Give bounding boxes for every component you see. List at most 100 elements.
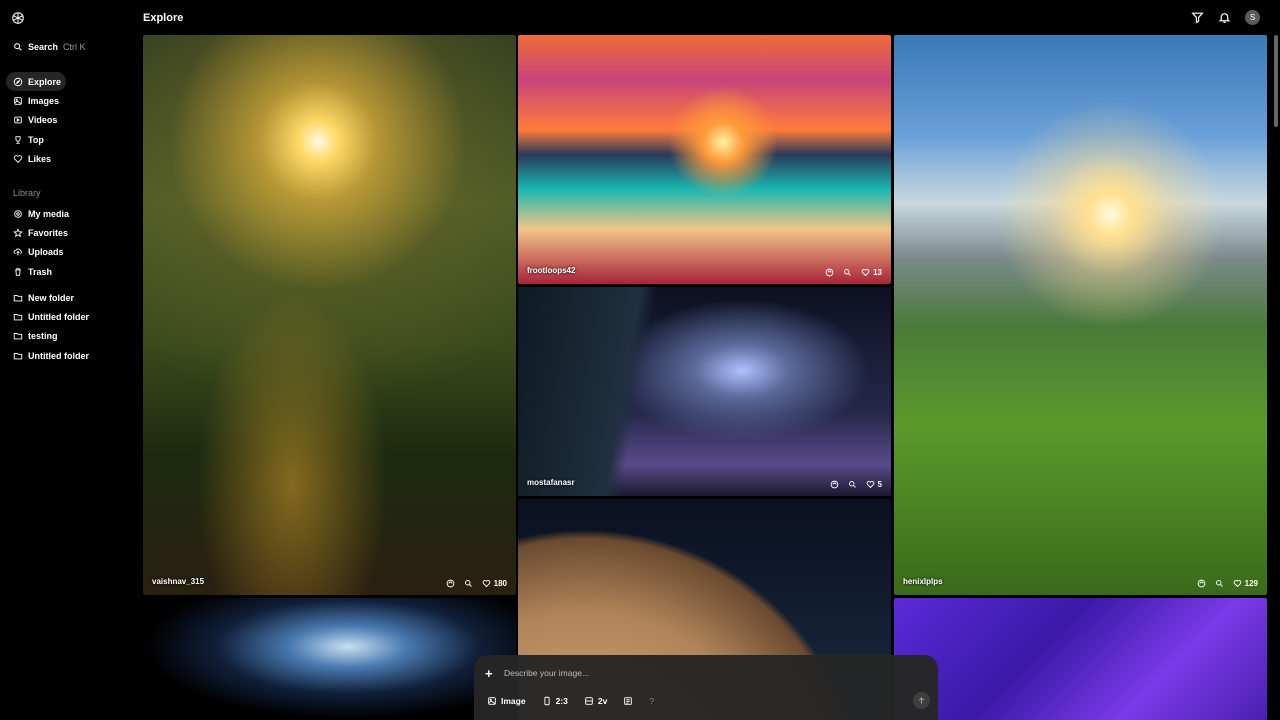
remix-icon[interactable]	[830, 480, 839, 489]
remix-icon[interactable]	[1197, 579, 1206, 588]
search-icon[interactable]	[843, 268, 852, 277]
card-actions: 129	[1197, 579, 1258, 588]
nav-item-likes[interactable]: Likes	[6, 149, 130, 168]
heart-icon	[866, 481, 874, 489]
image-card-head[interactable]	[143, 598, 516, 720]
like-count: 129	[1244, 579, 1258, 588]
image-card-beach[interactable]: frootloops42 13	[518, 35, 891, 284]
image-icon	[14, 97, 22, 105]
nav-label: Top	[28, 134, 44, 145]
compass-icon	[13, 77, 23, 86]
card-username[interactable]: frootloops42	[527, 266, 575, 275]
like-button[interactable]: 5	[866, 480, 882, 489]
remix-icon[interactable]	[825, 268, 834, 277]
nav-item-videos[interactable]: Videos	[6, 111, 130, 130]
nav-label: Trash	[28, 266, 53, 277]
nav-label: Likes	[28, 153, 52, 164]
help-button[interactable]: ?	[644, 692, 659, 709]
folder-icon	[13, 333, 23, 340]
image-card-forest[interactable]: vaishnav_315 180	[143, 35, 516, 595]
video-icon	[14, 116, 22, 124]
image-icon	[488, 696, 496, 705]
heart-icon	[1233, 580, 1241, 588]
folders-nav: New folder Untitled folder testing Untit…	[6, 288, 130, 365]
avatar[interactable]: S	[1245, 10, 1260, 25]
folder-icon	[13, 352, 23, 359]
nav-item-my-media[interactable]: My media	[6, 204, 130, 223]
like-count: 13	[873, 268, 882, 277]
folder-item[interactable]: Untitled folder	[6, 307, 130, 326]
nav-label: My media	[28, 208, 70, 219]
library-nav: My media Favorites Uploads Trash	[6, 204, 130, 281]
presets-button[interactable]	[618, 692, 638, 709]
card-username[interactable]: henixlplps	[903, 577, 943, 586]
filter-icon[interactable]	[1191, 11, 1204, 24]
nav-item-uploads[interactable]: Uploads	[6, 243, 130, 262]
nav-label: Uploads	[28, 247, 64, 258]
nav-item-favorites[interactable]: Favorites	[6, 223, 130, 242]
nav-item-trash[interactable]: Trash	[6, 262, 130, 281]
nav-item-explore[interactable]: Explore	[6, 72, 66, 92]
like-button[interactable]: 129	[1233, 579, 1258, 588]
search-button[interactable]: Search Ctrl K	[6, 38, 88, 56]
aspect-ratio-icon	[544, 696, 550, 705]
like-button[interactable]: 13	[861, 268, 882, 277]
sidebar: Search Ctrl K Explore Images Videos Top …	[0, 0, 138, 720]
variations-selector[interactable]: 2v	[579, 692, 612, 709]
card-actions: 180	[446, 579, 507, 588]
card-actions: 5	[830, 480, 882, 489]
nav-item-top[interactable]: Top	[6, 130, 130, 149]
like-count: 5	[877, 480, 882, 489]
search-icon[interactable]	[1215, 579, 1224, 588]
search-label: Search	[28, 42, 59, 52]
image-card-corridor[interactable]: mostafanasr 5	[518, 287, 891, 496]
add-attachment-button[interactable]: +	[485, 666, 493, 681]
folder-item[interactable]: Untitled folder	[6, 346, 130, 365]
remix-icon[interactable]	[446, 579, 455, 588]
search-shortcut: Ctrl K	[63, 42, 86, 52]
card-username[interactable]: mostafanasr	[527, 478, 575, 487]
scrollbar[interactable]	[1274, 35, 1278, 127]
mode-label: Image	[501, 695, 526, 706]
search-icon[interactable]	[464, 579, 473, 588]
prompt-input[interactable]: Describe your image...	[504, 668, 589, 678]
nav-label: Favorites	[28, 227, 69, 238]
folder-label: testing	[28, 331, 58, 342]
folder-label: New folder	[28, 292, 75, 303]
nav-label: Explore	[28, 76, 62, 87]
media-icon	[14, 209, 22, 218]
prompt-composer: + Describe your image... Image 2:3 2v ?	[474, 655, 938, 720]
bell-icon[interactable]	[1218, 11, 1231, 24]
header-actions: S	[1191, 10, 1260, 25]
heart-icon	[13, 155, 23, 163]
folder-item[interactable]: New folder	[6, 288, 130, 307]
nav-label: Videos	[28, 115, 58, 126]
like-button[interactable]: 180	[482, 579, 507, 588]
page-title: Explore	[143, 12, 184, 24]
submit-button[interactable]	[913, 692, 930, 709]
aspect-ratio-selector[interactable]: 2:3	[537, 692, 573, 709]
arrow-up-icon	[918, 697, 925, 704]
app-logo-icon[interactable]	[11, 11, 25, 25]
folder-label: Untitled folder	[28, 350, 89, 361]
library-heading: Library	[13, 188, 41, 198]
search-icon	[14, 43, 22, 51]
folder-icon	[13, 313, 23, 321]
search-icon[interactable]	[848, 480, 857, 489]
list-icon	[624, 696, 633, 705]
heart-icon	[482, 580, 490, 588]
mode-selector[interactable]: Image	[482, 692, 531, 709]
heart-icon	[861, 269, 870, 277]
card-username[interactable]: vaishnav_315	[152, 577, 204, 586]
main-nav: Explore Images Videos Top Likes	[6, 72, 130, 168]
upload-icon	[13, 248, 22, 256]
image-card-meadow[interactable]: henixlplps 129	[894, 35, 1267, 595]
nav-item-images[interactable]: Images	[6, 91, 130, 110]
nav-label: Images	[28, 95, 60, 106]
folder-icon	[13, 294, 23, 302]
folder-label: Untitled folder	[28, 311, 89, 322]
variations-icon	[585, 696, 593, 705]
folder-item[interactable]: testing	[6, 327, 130, 346]
image-card-purple[interactable]	[894, 598, 1267, 720]
variations-label: 2v	[597, 695, 608, 706]
